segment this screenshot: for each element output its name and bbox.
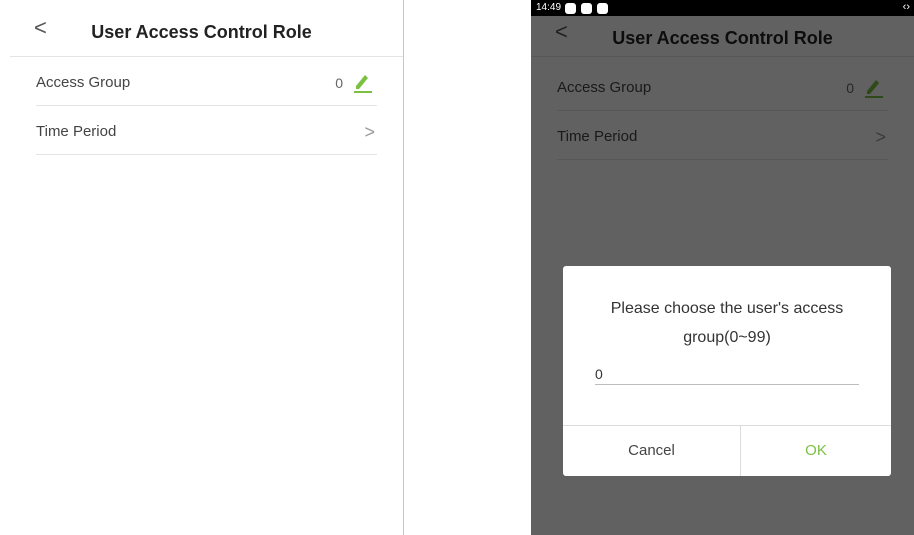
access-group-value: 0 <box>335 75 343 91</box>
user-access-control-role-screen: < User Access Control Role Access Group … <box>10 0 404 535</box>
time-period-label: Time Period <box>36 123 117 140</box>
cancel-button[interactable]: Cancel <box>563 426 741 476</box>
page-title: User Access Control Role <box>91 22 312 42</box>
time-period-row[interactable]: Time Period > <box>36 106 377 155</box>
connection-icon: ‹› <box>902 1 910 13</box>
access-group-label: Access Group <box>36 74 131 91</box>
back-icon[interactable]: < <box>34 14 47 42</box>
dialog-message: Please choose the user's access group(0~… <box>610 300 844 346</box>
notification-icon <box>597 3 608 14</box>
notification-icon <box>565 3 576 14</box>
access-group-row[interactable]: Access Group 0 <box>36 57 377 106</box>
status-time: 14:49 <box>536 2 562 13</box>
notification-icon <box>581 3 592 14</box>
pencil-icon[interactable] <box>353 71 373 93</box>
access-group-input[interactable]: 0 <box>595 364 859 385</box>
access-group-dialog: Please choose the user's access group(0~… <box>563 266 891 476</box>
ok-button[interactable]: OK <box>741 426 891 476</box>
dialog-button-bar: Cancel OK <box>563 425 891 476</box>
device-screen: 14:49 ‹› < User Access Control Role Acce… <box>531 0 914 535</box>
header-bar: < User Access Control Role <box>10 0 403 57</box>
status-bar: 14:49 ‹› <box>531 0 914 16</box>
chevron-right-icon: > <box>364 122 375 142</box>
